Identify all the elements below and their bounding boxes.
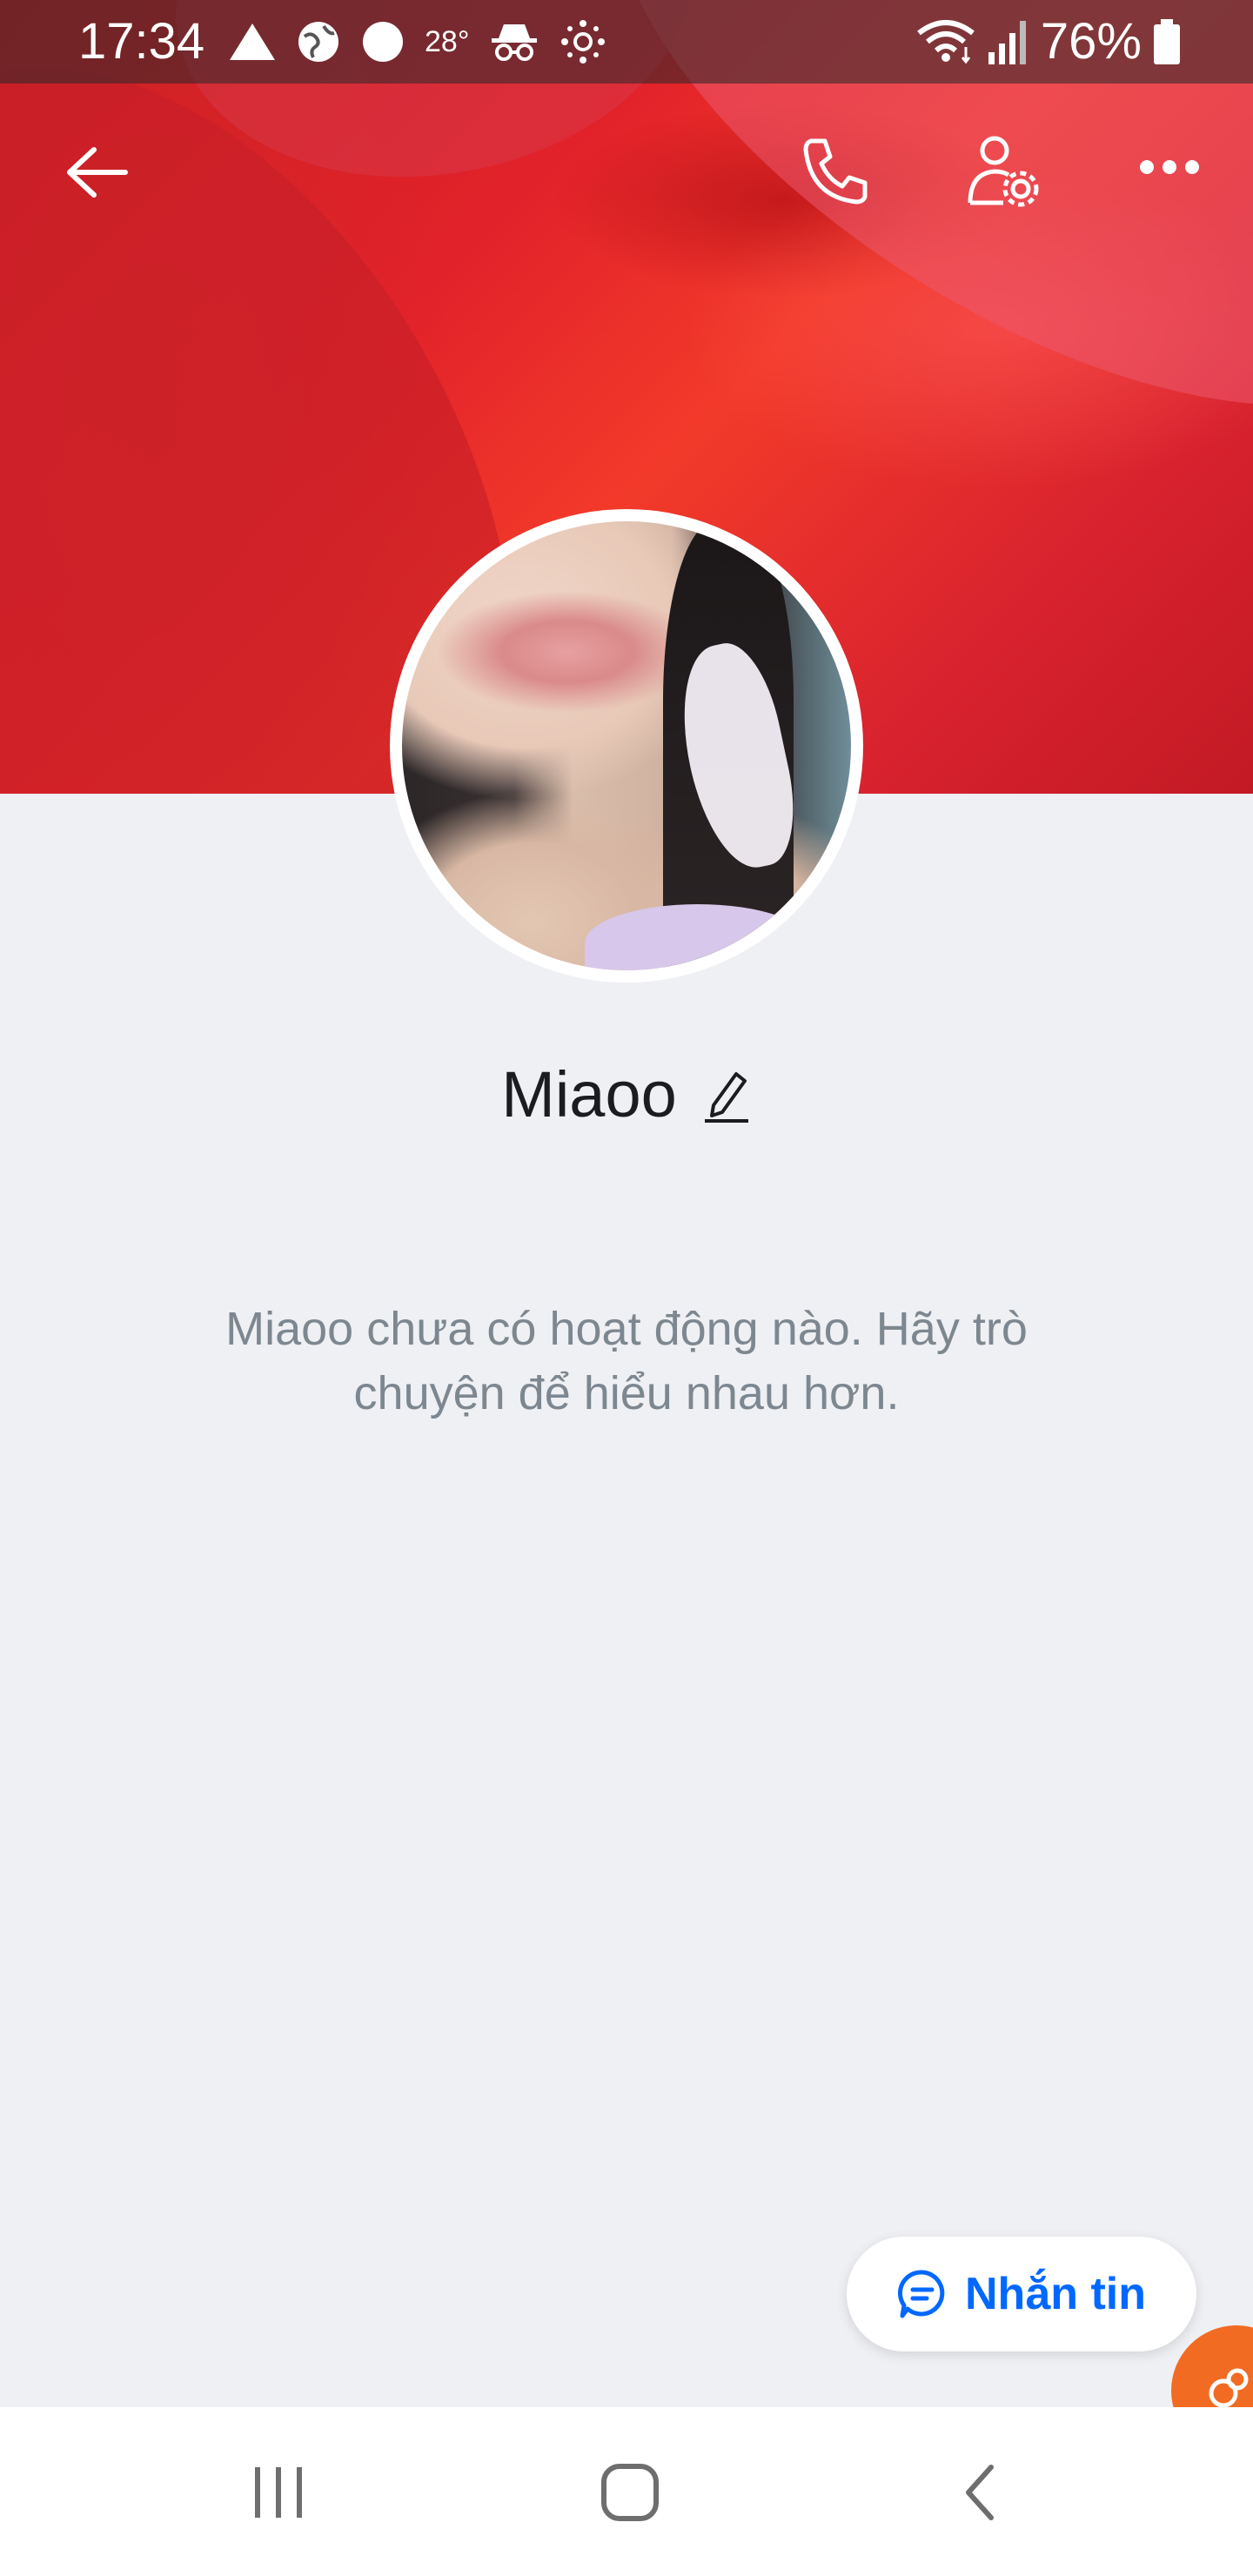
triangle-icon [230, 23, 275, 60]
signal-icon [988, 21, 1026, 64]
back-button[interactable] [54, 131, 137, 214]
profile-name: Miaoo [501, 1058, 677, 1130]
nav-back-icon [966, 2465, 994, 2520]
message-button[interactable]: Nhắn tin [847, 2237, 1196, 2351]
status-bar: 17:34 28° 76% [0, 0, 1253, 84]
system-nav-bar [0, 2407, 1253, 2576]
status-time: 17:34 [78, 13, 205, 70]
globe-icon [298, 22, 338, 62]
incognito-icon [492, 24, 538, 61]
battery-icon [1154, 19, 1180, 64]
status-temperature: 28° [425, 25, 470, 58]
settings-dots-icon [561, 20, 606, 64]
status-icons-right: 76% [915, 12, 1182, 71]
nav-back-button[interactable] [919, 2442, 1041, 2543]
avatar[interactable] [402, 521, 851, 970]
profile-name-row: Miaoo [0, 1055, 1253, 1135]
phone-icon [803, 138, 868, 205]
empty-activity-message: Miaoo chưa có hoạt động nào. Hãy trò chu… [225, 1303, 1028, 1419]
status-icons-left: 28° [228, 17, 606, 66]
arrow-left-icon [67, 147, 128, 198]
recent-apps-icon [255, 2467, 302, 2518]
profile-settings-button[interactable] [957, 125, 1048, 216]
battery-percent: 76% [1040, 13, 1142, 70]
message-button-label: Nhắn tin [965, 2269, 1146, 2319]
pencil-icon[interactable] [701, 1067, 752, 1123]
more-horizontal-icon [1140, 160, 1199, 174]
home-button[interactable] [569, 2442, 691, 2543]
more-button[interactable] [1128, 139, 1211, 195]
wifi-icon [917, 20, 975, 64]
user-gear-icon [968, 136, 1039, 207]
avatar-frame[interactable] [390, 509, 863, 983]
circle-icon [363, 22, 403, 62]
chat-bubble-icon [897, 2270, 945, 2318]
recent-apps-button[interactable] [218, 2442, 339, 2543]
call-button[interactable] [792, 127, 879, 214]
home-icon [601, 2464, 659, 2521]
